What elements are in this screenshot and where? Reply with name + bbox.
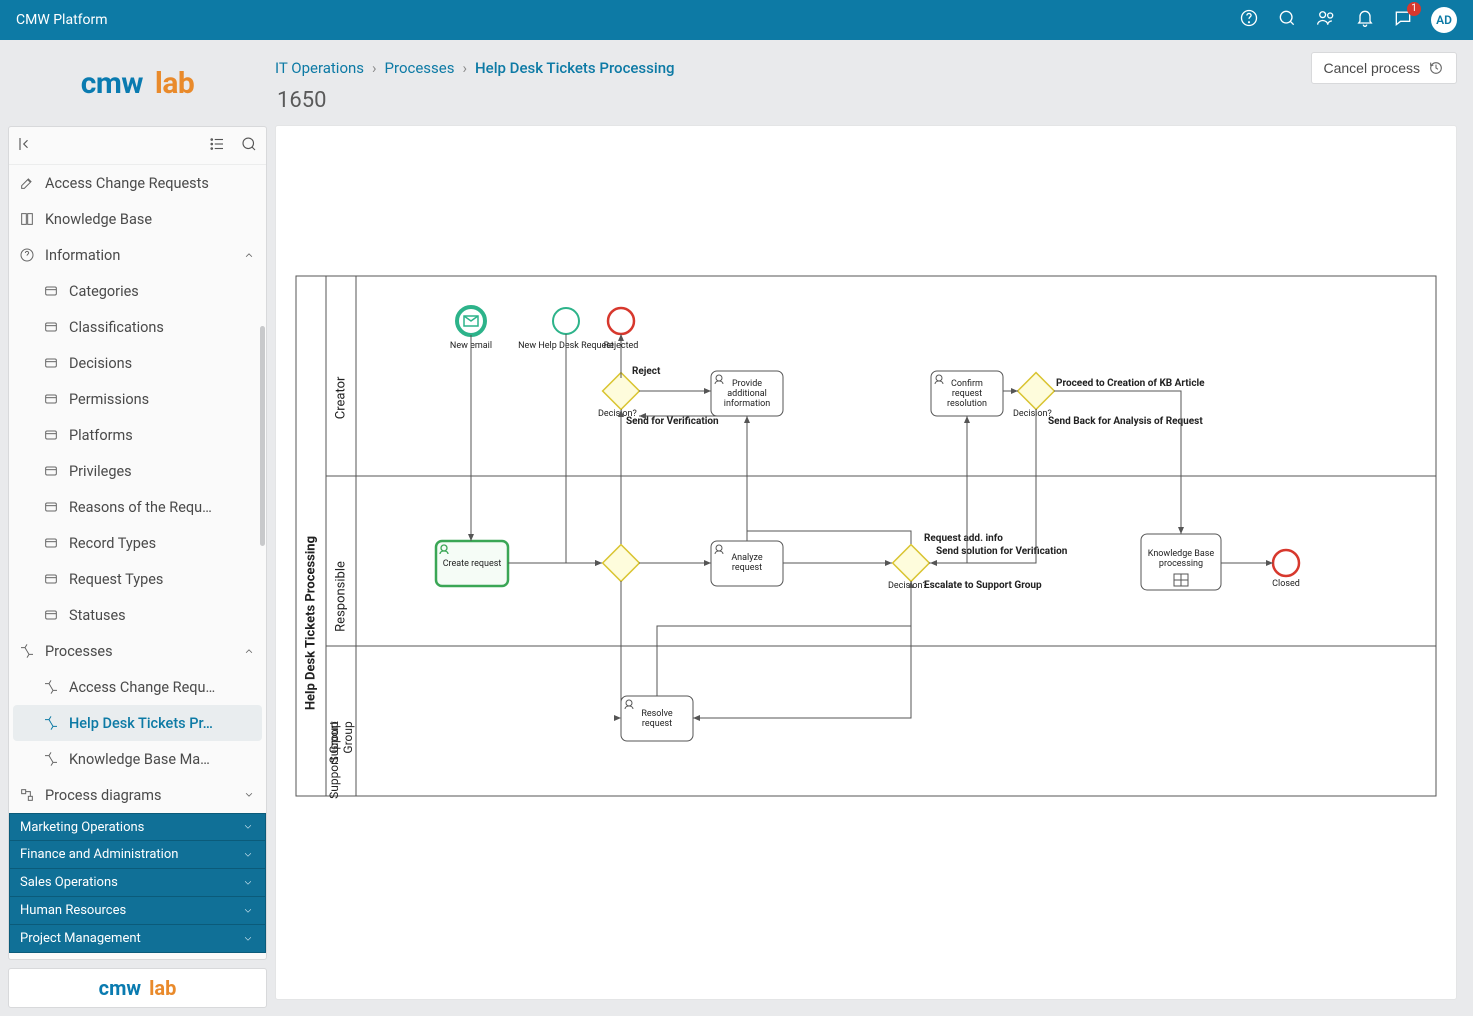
diagram-canvas[interactable]: Help Desk Tickets Processing Creator Res… [275, 125, 1457, 1000]
bpmn-diagram: Help Desk Tickets Processing Creator Res… [276, 126, 1456, 906]
help-icon[interactable] [1239, 8, 1259, 32]
svg-text:Closed: Closed [1272, 579, 1300, 589]
svg-text:Escalate to Support Group: Escalate to Support Group [924, 580, 1042, 591]
sidebar-section-marketing[interactable]: Marketing Operations [9, 813, 266, 841]
svg-text:Help Desk Tickets Processing: Help Desk Tickets Processing [304, 536, 319, 710]
sidebar-item-decisions[interactable]: Decisions [9, 345, 266, 381]
sidebar-item-privileges[interactable]: Privileges [9, 453, 266, 489]
notification-badge: 1 [1407, 2, 1421, 16]
svg-text:Group: Group [341, 721, 355, 754]
sidebar-item-process-diagrams[interactable]: Process diagrams [9, 777, 266, 813]
list-view-icon[interactable] [208, 135, 226, 157]
svg-text:Knowledge Base: Knowledge Base [1148, 549, 1215, 559]
sidebar-section-finance[interactable]: Finance and Administration [9, 841, 266, 869]
sidebar-section-hr[interactable]: Human Resources [9, 897, 266, 925]
logo-footer: cmwlab [8, 968, 267, 1008]
breadcrumb: IT Operations › Processes › Help Desk Ti… [275, 59, 675, 77]
sidebar-search-icon[interactable] [240, 135, 258, 157]
sidebar-item-reasons[interactable]: Reasons of the Requ… [9, 489, 266, 525]
sidebar-item-kb[interactable]: Knowledge Base [9, 201, 266, 237]
svg-text:Proceed to Creation of KB Arti: Proceed to Creation of KB Article [1056, 378, 1205, 389]
svg-text:Request add. info: Request add. info [924, 533, 1003, 544]
crumb-it-ops[interactable]: IT Operations [275, 59, 364, 77]
logo: cmwlab [8, 48, 267, 118]
people-icon[interactable] [1315, 8, 1337, 32]
svg-text:Resolve: Resolve [641, 709, 673, 719]
sidebar-item-platforms[interactable]: Platforms [9, 417, 266, 453]
search-icon[interactable] [1277, 8, 1297, 32]
sidebar-item-proc-kb[interactable]: Knowledge Base Ma… [9, 741, 266, 777]
sidebar-item-permissions[interactable]: Permissions [9, 381, 266, 417]
platform-title: CMW Platform [16, 12, 1239, 28]
svg-text:request: request [952, 389, 982, 399]
svg-text:request: request [642, 719, 672, 729]
sidebar-item-classifications[interactable]: Classifications [9, 309, 266, 345]
svg-text:Creator: Creator [334, 376, 349, 419]
svg-text:processing: processing [1159, 559, 1203, 569]
sidebar-list: Access Change Requests Knowledge Base In… [9, 165, 266, 959]
sidebar-item-categories[interactable]: Categories [9, 273, 266, 309]
svg-text:Provide: Provide [732, 379, 762, 389]
collapse-sidebar-icon[interactable] [17, 135, 35, 157]
sidebar-section-sales[interactable]: Sales Operations [9, 869, 266, 897]
svg-text:Decision?: Decision? [1013, 409, 1052, 419]
svg-text:Send Back for Analysis of Requ: Send Back for Analysis of Request [1048, 416, 1203, 427]
page-id: 1650 [277, 88, 1457, 113]
sidebar-item-information[interactable]: Information [9, 237, 266, 273]
svg-text:Responsible: Responsible [334, 561, 349, 632]
sidebar-item-processes[interactable]: Processes [9, 633, 266, 669]
svg-text:Create request: Create request [443, 559, 502, 569]
sidebar: Access Change Requests Knowledge Base In… [8, 126, 267, 960]
sidebar-item-proc-access[interactable]: Access Change Requ… [9, 669, 266, 705]
svg-text:Analyze: Analyze [731, 553, 763, 563]
cancel-process-button[interactable]: Cancel process [1311, 52, 1458, 84]
chevron-right-icon: › [372, 59, 377, 77]
sidebar-item-access-change[interactable]: Access Change Requests [9, 165, 266, 201]
svg-text:Send solution for Verification: Send solution for Verification [936, 546, 1068, 557]
bell-icon[interactable] [1355, 8, 1375, 32]
sidebar-item-statuses[interactable]: Statuses [9, 597, 266, 633]
svg-text:Send for Verification: Send for Verification [626, 416, 719, 427]
svg-text:Confirm: Confirm [951, 379, 983, 389]
crumb-processes[interactable]: Processes [385, 59, 455, 77]
sidebar-item-proc-helpdesk[interactable]: Help Desk Tickets Pr… [13, 705, 262, 741]
chevron-right-icon: › [463, 59, 468, 77]
chat-icon[interactable]: 1 [1393, 8, 1413, 32]
svg-text:information: information [724, 399, 771, 409]
topbar: CMW Platform 1 AD [0, 0, 1473, 40]
sidebar-item-request-types[interactable]: Request Types [9, 561, 266, 597]
svg-text:Support: Support [327, 721, 341, 763]
svg-text:resolution: resolution [947, 399, 987, 409]
sidebar-item-record-types[interactable]: Record Types [9, 525, 266, 561]
scrollbar-thumb[interactable] [260, 326, 265, 546]
avatar[interactable]: AD [1431, 7, 1457, 33]
svg-text:Reject: Reject [632, 366, 661, 377]
sidebar-section-pm[interactable]: Project Management [9, 925, 266, 953]
crumb-current: Help Desk Tickets Processing [475, 59, 675, 77]
svg-text:Decision?: Decision? [888, 581, 927, 591]
svg-text:request: request [732, 563, 762, 573]
svg-text:additional: additional [727, 389, 767, 399]
